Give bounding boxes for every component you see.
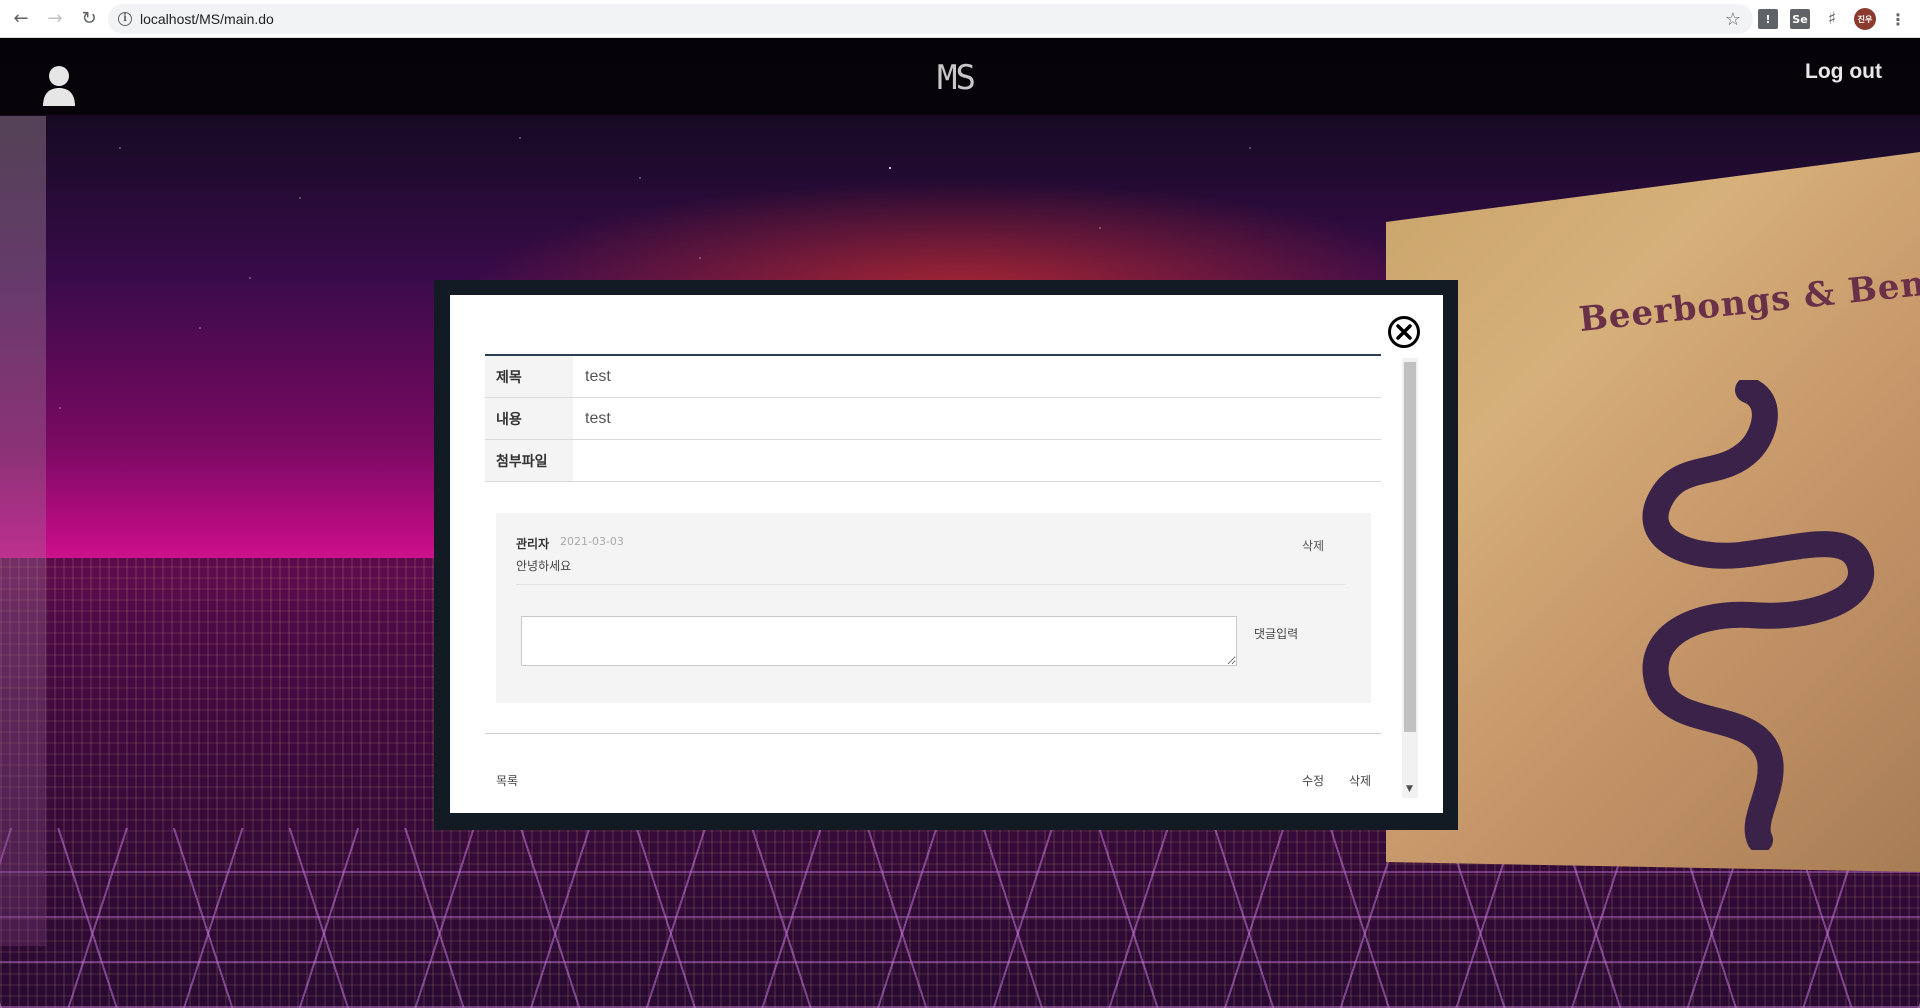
- forward-icon[interactable]: →: [42, 6, 68, 32]
- address-bar[interactable]: i localhost/MS/main.do ☆: [108, 4, 1753, 34]
- logout-link[interactable]: Log out: [1805, 60, 1882, 84]
- comment-delete-button[interactable]: 삭제: [1302, 537, 1324, 554]
- comment-input[interactable]: [521, 616, 1237, 666]
- snake-artwork-icon: [1642, 380, 1874, 850]
- comment-section: 관리자 2021-03-03 안녕하세요 삭제 댓글입력: [496, 513, 1371, 703]
- left-side-panel: [0, 116, 46, 946]
- post-detail-table: 제목 test 내용 test 첨부파일: [485, 354, 1381, 482]
- divider: [485, 733, 1381, 734]
- comment-submit-button[interactable]: 댓글입력: [1254, 625, 1298, 642]
- browser-menu-icon[interactable]: ⋮: [1888, 9, 1908, 29]
- content-row: 내용 test: [485, 398, 1381, 440]
- extensions-puzzle-icon[interactable]: ♯: [1822, 9, 1842, 29]
- list-button[interactable]: 목록: [496, 772, 518, 789]
- comment-text: 안녕하세요: [516, 559, 572, 573]
- delete-post-button[interactable]: 삭제: [1349, 772, 1371, 789]
- edit-button[interactable]: 수정: [1302, 772, 1324, 789]
- title-label: 제목: [485, 356, 573, 397]
- close-icon[interactable]: [1387, 315, 1421, 349]
- scroll-down-arrow-icon[interactable]: ▼: [1406, 784, 1413, 794]
- content-value: test: [585, 409, 611, 427]
- attachment-value[interactable]: [573, 440, 1381, 481]
- scrollbar-thumb[interactable]: [1404, 362, 1416, 732]
- site-logo[interactable]: MS: [937, 58, 976, 98]
- content-label: 내용: [485, 398, 573, 439]
- title-row: 제목 test: [485, 356, 1381, 398]
- attachment-row: 첨부파일: [485, 440, 1381, 482]
- back-icon[interactable]: ←: [8, 6, 34, 32]
- profile-avatar[interactable]: 진우: [1854, 8, 1876, 30]
- extension-icon[interactable]: !: [1758, 9, 1778, 29]
- site-info-icon[interactable]: i: [118, 12, 132, 26]
- selenium-extension-icon[interactable]: Se: [1790, 9, 1810, 29]
- comment-date: 2021-03-03: [560, 535, 624, 548]
- modal-scrollbar[interactable]: ▼: [1402, 358, 1418, 798]
- attachment-label: 첨부파일: [485, 440, 573, 481]
- comment-author: 관리자: [516, 537, 550, 551]
- reload-icon[interactable]: ↻: [76, 6, 102, 32]
- user-profile-icon[interactable]: [42, 64, 76, 106]
- extensions-area: ! Se ♯ 진우 ⋮: [1752, 0, 1920, 38]
- comment-item: 관리자 2021-03-03 안녕하세요 삭제: [516, 535, 1346, 585]
- browser-toolbar: ← → ↻ i localhost/MS/main.do ☆ ! Se ♯ 진우…: [0, 0, 1920, 38]
- url-text[interactable]: localhost/MS/main.do: [140, 11, 274, 27]
- title-value: test: [585, 367, 611, 385]
- bookmark-star-icon[interactable]: ☆: [1725, 9, 1741, 30]
